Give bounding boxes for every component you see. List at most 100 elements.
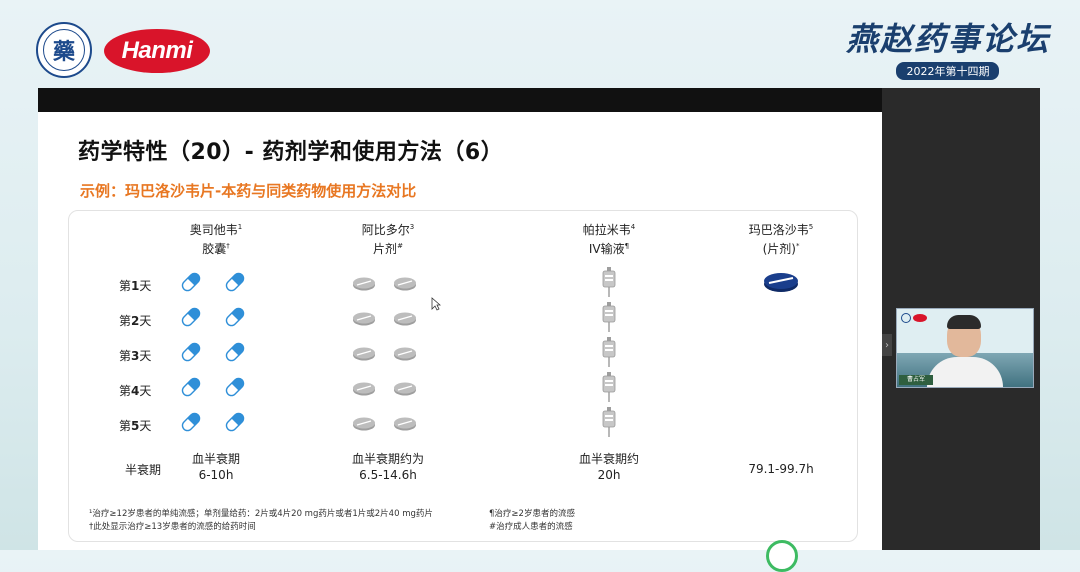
tablet-icon xyxy=(353,382,375,396)
tablet-icon xyxy=(394,277,416,291)
capsule-icon xyxy=(225,377,245,397)
capsule-icon xyxy=(225,412,245,432)
slide-subtitle: 示例：玛巴洛沙韦片-本药与同类药物使用方法对比 xyxy=(80,182,417,200)
day-label: 第3天 xyxy=(119,347,179,364)
form-footnote-mark: ¶ xyxy=(624,242,630,250)
drug-name-text: 帕拉米韦 xyxy=(582,223,631,237)
tablet-icon xyxy=(394,312,416,326)
footnotes-right: ¶治疗≥2岁患者的流感 #治疗成人患者的流感 xyxy=(489,508,575,534)
iv-bag-icon xyxy=(602,372,616,402)
panel-collapse-handle[interactable]: › xyxy=(882,334,892,356)
drug-form: IV输液¶ xyxy=(549,238,669,257)
drug-form-text: IV输液 xyxy=(588,242,625,256)
half-life-value: 血半衰期 6-10h xyxy=(141,451,291,483)
day-prefix: 第 xyxy=(119,349,132,363)
footnote: ¶治疗≥2岁患者的流感 xyxy=(489,509,575,519)
form-footnote-mark: † xyxy=(226,242,230,250)
half-life-value: 血半衰期约为 6.5-14.6h xyxy=(313,451,463,483)
half-life-range: 79.1-99.7h xyxy=(748,462,814,476)
tablet-icon xyxy=(394,347,416,361)
capsule-icon xyxy=(181,412,201,432)
form-footnote-mark: * xyxy=(795,242,800,250)
drug-footnote-mark: 5 xyxy=(808,223,814,231)
half-life-range: 6.5-14.6h xyxy=(359,468,417,482)
hanmi-logo: Hanmi xyxy=(104,29,210,73)
drug-footnote-mark: 4 xyxy=(630,223,636,231)
iv-bag-icon xyxy=(602,267,616,297)
tablet-icon xyxy=(353,417,375,431)
column-header: 帕拉米韦4 IV输液¶ xyxy=(549,219,669,257)
day-label: 第5天 xyxy=(119,417,179,434)
drug-form-text: 胶囊 xyxy=(202,242,227,256)
tablet-single-icon xyxy=(764,273,798,292)
header-bar: 藥 Hanmi 燕赵药事论坛 2022年第十四期 xyxy=(0,0,1080,88)
speaker-hair xyxy=(947,315,981,329)
slide-title: 药学特性（20）- 药剂学和使用方法（6） xyxy=(78,140,504,165)
iv-bag-icon xyxy=(602,407,616,437)
drug-form: (片剂)* xyxy=(721,238,841,257)
day-suffix: 天 xyxy=(139,419,152,433)
slide-top-bar xyxy=(38,88,882,112)
drug-name: 阿比多尔3 xyxy=(328,219,448,238)
half-life-desc: 血半衰期约 xyxy=(578,452,639,466)
day-label: 第2天 xyxy=(119,312,179,329)
day-suffix: 天 xyxy=(139,279,152,293)
capsule-icon xyxy=(181,272,201,292)
association-logo: 藥 xyxy=(36,22,92,78)
capsule-icon xyxy=(225,342,245,362)
half-life-value: 79.1-99.7h xyxy=(706,461,856,477)
footnotes-left: ¹治疗≥12岁患者的单纯流感；单剂量给药：2片或4片20 mg药片或者1片或2片… xyxy=(89,508,433,534)
comparison-table: 奥司他韦1 胶囊† 阿比多尔3 片剂# 帕拉米韦4 IV输液¶ 玛巴洛沙韦5 (片剂)* 第1天… xyxy=(68,210,858,542)
drug-name-text: 玛巴洛沙韦 xyxy=(748,223,809,237)
speaker-name-tag: 曹占军 xyxy=(899,375,933,385)
iv-bag-icon xyxy=(602,337,616,367)
day-prefix: 第 xyxy=(119,279,132,293)
day-prefix: 第 xyxy=(119,384,132,398)
mini-association-logo xyxy=(901,313,911,323)
footnote: #治疗成人患者的流感 xyxy=(489,522,573,532)
footnote: †此处显示治疗≥13岁患者的流感的给药时间 xyxy=(89,522,256,532)
capsule-icon xyxy=(181,307,201,327)
drug-name-text: 阿比多尔 xyxy=(361,223,410,237)
column-header: 奥司他韦1 胶囊† xyxy=(156,219,276,257)
day-prefix: 第 xyxy=(119,314,132,328)
capsule-icon xyxy=(225,272,245,292)
mini-hanmi-logo xyxy=(913,314,927,322)
column-header: 玛巴洛沙韦5 (片剂)* xyxy=(721,219,841,257)
half-life-desc: 血半衰期 xyxy=(191,452,240,466)
mouse-cursor-icon xyxy=(431,297,441,311)
tablet-icon xyxy=(353,277,375,291)
capsule-icon xyxy=(181,377,201,397)
capsule-icon xyxy=(225,307,245,327)
tablet-icon xyxy=(353,312,375,326)
webcam-video[interactable]: 曹占军 xyxy=(896,308,1034,388)
day-label: 第4天 xyxy=(119,382,179,399)
half-life-range: 20h xyxy=(597,468,621,482)
drug-footnote-mark: 3 xyxy=(409,223,415,231)
day-suffix: 天 xyxy=(139,384,152,398)
tablet-icon xyxy=(394,382,416,396)
drug-form: 片剂# xyxy=(328,238,448,257)
progress-ring-icon xyxy=(766,540,798,572)
drug-form-text: 片剂 xyxy=(373,242,398,256)
forum-banner: 燕赵药事论坛 2022年第十四期 xyxy=(846,14,1050,80)
association-logo-glyph: 藥 xyxy=(43,29,85,71)
day-label: 第1天 xyxy=(119,277,179,294)
drug-name: 奥司他韦1 xyxy=(156,219,276,238)
drug-form: 胶囊† xyxy=(156,238,276,257)
tablet-icon xyxy=(353,347,375,361)
drug-name: 帕拉米韦4 xyxy=(549,219,669,238)
drug-name-text: 奥司他韦 xyxy=(189,223,238,237)
drug-form-text: (片剂) xyxy=(762,242,796,256)
form-footnote-mark: # xyxy=(397,242,403,250)
slide-canvas: 药学特性（20）- 药剂学和使用方法（6） 示例：玛巴洛沙韦片-本药与同类药物使… xyxy=(38,112,882,572)
drug-footnote-mark: 1 xyxy=(237,223,243,231)
day-suffix: 天 xyxy=(139,349,152,363)
tablet-icon xyxy=(394,417,416,431)
column-header: 阿比多尔3 片剂# xyxy=(328,219,448,257)
side-panel: › 曹占军 xyxy=(882,88,1040,550)
half-life-value: 血半衰期约 20h xyxy=(534,451,684,483)
capsule-icon xyxy=(181,342,201,362)
day-suffix: 天 xyxy=(139,314,152,328)
half-life-range: 6-10h xyxy=(198,468,234,482)
